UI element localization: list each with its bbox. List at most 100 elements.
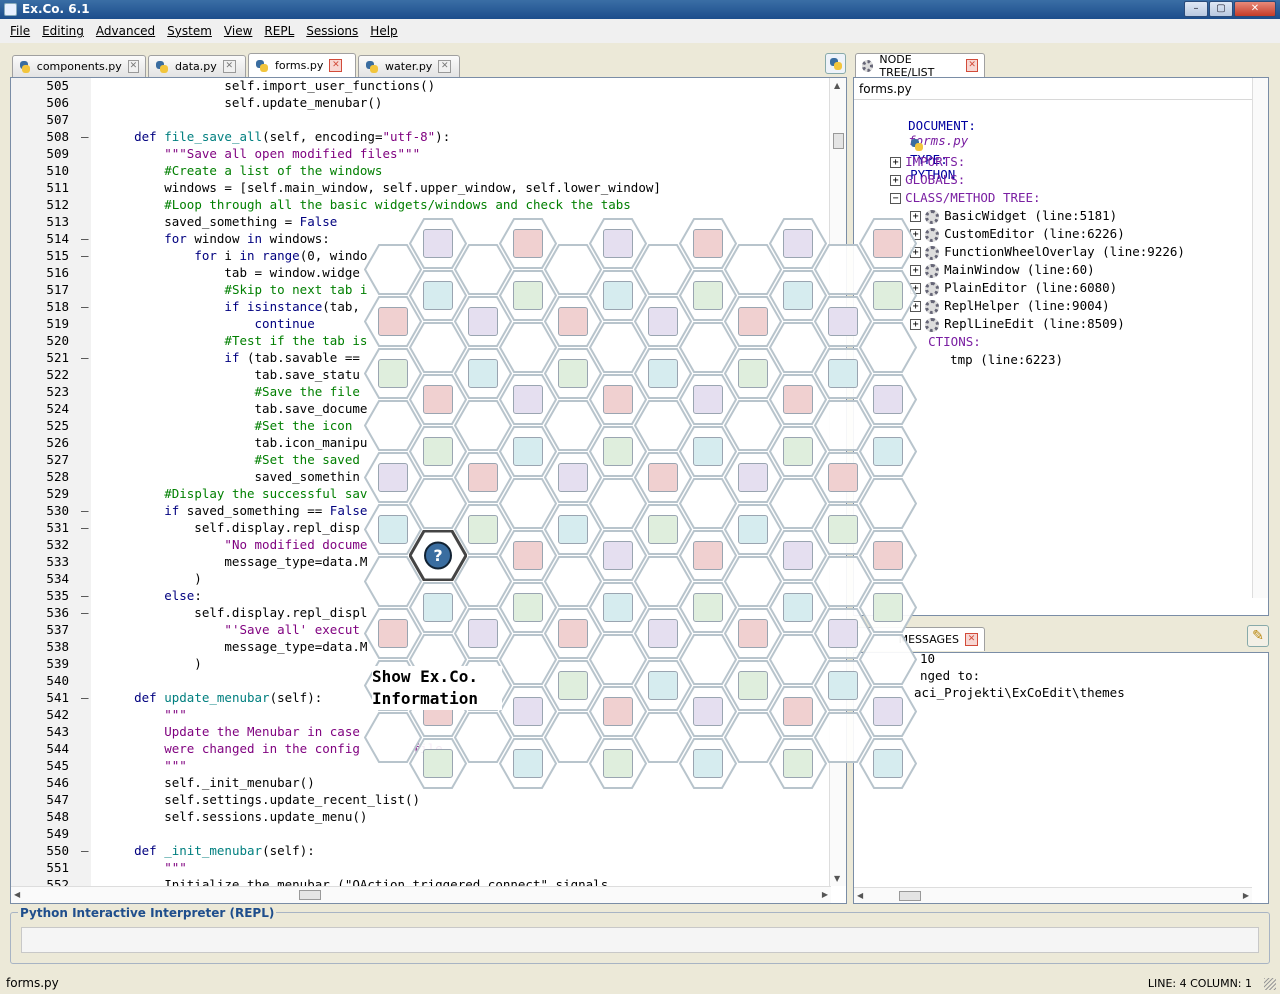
- menu-repl[interactable]: REPL: [258, 24, 300, 38]
- scrollbar-thumb[interactable]: [299, 890, 321, 900]
- code-token: #Set the saved: [254, 452, 360, 467]
- menu-advanced[interactable]: Advanced: [90, 24, 161, 38]
- code-line[interactable]: 507: [11, 112, 831, 129]
- menu-view[interactable]: View: [218, 24, 258, 38]
- minimize-button[interactable]: –: [1184, 1, 1208, 17]
- code-token: file_save_all: [164, 129, 263, 144]
- code-token: (tab.savable ==: [247, 350, 360, 365]
- tree-function-item[interactable]: tmp (line:6223): [920, 337, 1063, 367]
- tab-node-tree[interactable]: NODE TREE/LIST ✕: [855, 53, 985, 79]
- code-token: saved_somethin: [104, 469, 360, 484]
- tab-data[interactable]: data.py ✕: [148, 55, 246, 77]
- maximize-button[interactable]: ▢: [1209, 1, 1233, 17]
- menu-file[interactable]: File: [4, 24, 36, 38]
- scrollbar-thumb[interactable]: [833, 133, 844, 149]
- python-menu-button[interactable]: [825, 53, 846, 74]
- tree-class-item[interactable]: + FunctionWheelOverlay (line:9226): [880, 229, 1185, 260]
- wheel-function-button[interactable]: [859, 686, 917, 737]
- fold-marker-icon[interactable]: –: [81, 129, 89, 144]
- scroll-right-icon[interactable]: ▶: [822, 890, 828, 899]
- tab-close-icon[interactable]: ✕: [438, 60, 452, 73]
- fold-marker-icon[interactable]: –: [81, 248, 89, 263]
- fold-marker-icon[interactable]: –: [81, 588, 89, 603]
- close-button[interactable]: ✕: [1234, 1, 1276, 17]
- code-line[interactable]: 509 """Save all open modified files""": [11, 146, 831, 163]
- code-line[interactable]: 552 Initialize the menubar ("QAction.tri…: [11, 877, 831, 886]
- wheel-function-button[interactable]: [859, 218, 917, 269]
- scroll-left-icon[interactable]: ◀: [857, 891, 863, 900]
- fold-marker-icon[interactable]: –: [81, 231, 89, 246]
- scroll-left-icon[interactable]: ◀: [14, 890, 20, 899]
- fold-marker-icon[interactable]: –: [81, 299, 89, 314]
- show-info-button[interactable]: ?: [409, 530, 467, 581]
- wheel-function-button[interactable]: [859, 478, 917, 529]
- tree-imports[interactable]: + IMPORTS:: [860, 139, 965, 169]
- code-line[interactable]: 551 """: [11, 860, 831, 877]
- wheel-function-button[interactable]: [859, 582, 917, 633]
- line-number: 535: [46, 588, 69, 603]
- wheel-function-button[interactable]: [859, 738, 917, 789]
- code-text: if saved_something == False: [104, 503, 367, 518]
- line-number: 512: [46, 197, 69, 212]
- title-bar: Ex.Co. 6.1 – ▢ ✕: [0, 0, 1280, 19]
- code-line[interactable]: 510 #Create a list of the windows: [11, 163, 831, 180]
- line-number: 531: [46, 520, 69, 535]
- resize-grip-icon[interactable]: [1264, 978, 1276, 990]
- wheel-function-button[interactable]: [859, 322, 917, 373]
- repl-input[interactable]: [21, 927, 1259, 953]
- code-line[interactable]: 508– def file_save_all(self, encoding="u…: [11, 129, 831, 146]
- tab-close-icon[interactable]: ✕: [127, 60, 139, 73]
- tab-forms[interactable]: forms.py ✕: [248, 53, 356, 77]
- clear-messages-icon[interactable]: ✎: [1247, 625, 1269, 647]
- python-file-icon: [155, 60, 169, 74]
- scroll-right-icon[interactable]: ▶: [1243, 891, 1249, 900]
- tab-close-icon[interactable]: ✕: [222, 60, 236, 73]
- code-line[interactable]: 512 #Loop through all the basic widgets/…: [11, 197, 831, 214]
- function-icon: [738, 515, 768, 544]
- tree-class-method[interactable]: − CLASS/METHOD TREE:: [860, 175, 1041, 205]
- code-text: else:: [104, 588, 202, 603]
- code-line[interactable]: 506 self.update_menubar(): [11, 95, 831, 112]
- function-icon: [738, 463, 768, 492]
- code-line[interactable]: 505 self.import_user_functions(): [11, 78, 831, 95]
- tab-close-icon[interactable]: ✕: [965, 633, 978, 646]
- function-icon: [558, 463, 588, 492]
- tab-components[interactable]: components.py ✕: [12, 55, 146, 77]
- fold-marker-icon[interactable]: –: [81, 350, 89, 365]
- menu-system[interactable]: System: [161, 24, 218, 38]
- code-line[interactable]: 548 self.sessions.update_menu(): [11, 809, 831, 826]
- fold-marker-icon[interactable]: –: [81, 690, 89, 705]
- scrollbar-thumb[interactable]: [899, 891, 921, 901]
- fold-marker-icon[interactable]: –: [81, 605, 89, 620]
- wheel-function-button[interactable]: [859, 270, 917, 321]
- tab-close-icon[interactable]: ✕: [966, 59, 979, 72]
- fold-marker-icon[interactable]: –: [81, 520, 89, 535]
- wheel-function-button[interactable]: [859, 634, 917, 685]
- code-line[interactable]: 547 self.settings.update_recent_list(): [11, 792, 831, 809]
- tree-document[interactable]: DOCUMENT: forms.py: [878, 103, 976, 148]
- menu-editing[interactable]: Editing: [36, 24, 90, 38]
- scroll-up-icon[interactable]: ▲: [834, 81, 840, 90]
- code-line[interactable]: 550– def _init_menubar(self):: [11, 843, 831, 860]
- tree-type[interactable]: TYPE: PYTHON: [880, 121, 955, 182]
- function-icon: [513, 749, 543, 778]
- tab-close-icon[interactable]: ✕: [329, 59, 343, 72]
- scroll-down-icon[interactable]: ▼: [834, 874, 840, 883]
- tree-vertical-scrollbar[interactable]: [1252, 78, 1268, 598]
- code-line[interactable]: 549: [11, 826, 831, 843]
- fold-marker-icon[interactable]: –: [81, 843, 89, 858]
- code-line[interactable]: 511 windows = [self.main_window, self.up…: [11, 180, 831, 197]
- messages-horizontal-scrollbar[interactable]: ◀ ▶: [854, 887, 1252, 903]
- wheel-function-button[interactable]: [859, 426, 917, 477]
- menu-sessions[interactable]: Sessions: [300, 24, 364, 38]
- tab-water[interactable]: water.py ✕: [358, 55, 460, 77]
- wheel-function-button[interactable]: [859, 374, 917, 425]
- wheel-function-button[interactable]: [859, 530, 917, 581]
- tree-globals[interactable]: + GLOBALS:: [860, 157, 965, 187]
- menu-help[interactable]: Help: [364, 24, 403, 38]
- horizontal-scrollbar[interactable]: ◀ ▶: [11, 886, 831, 903]
- fold-marker-icon[interactable]: –: [81, 503, 89, 518]
- tree-class-item[interactable]: + BasicWidget (line:5181): [880, 193, 1117, 224]
